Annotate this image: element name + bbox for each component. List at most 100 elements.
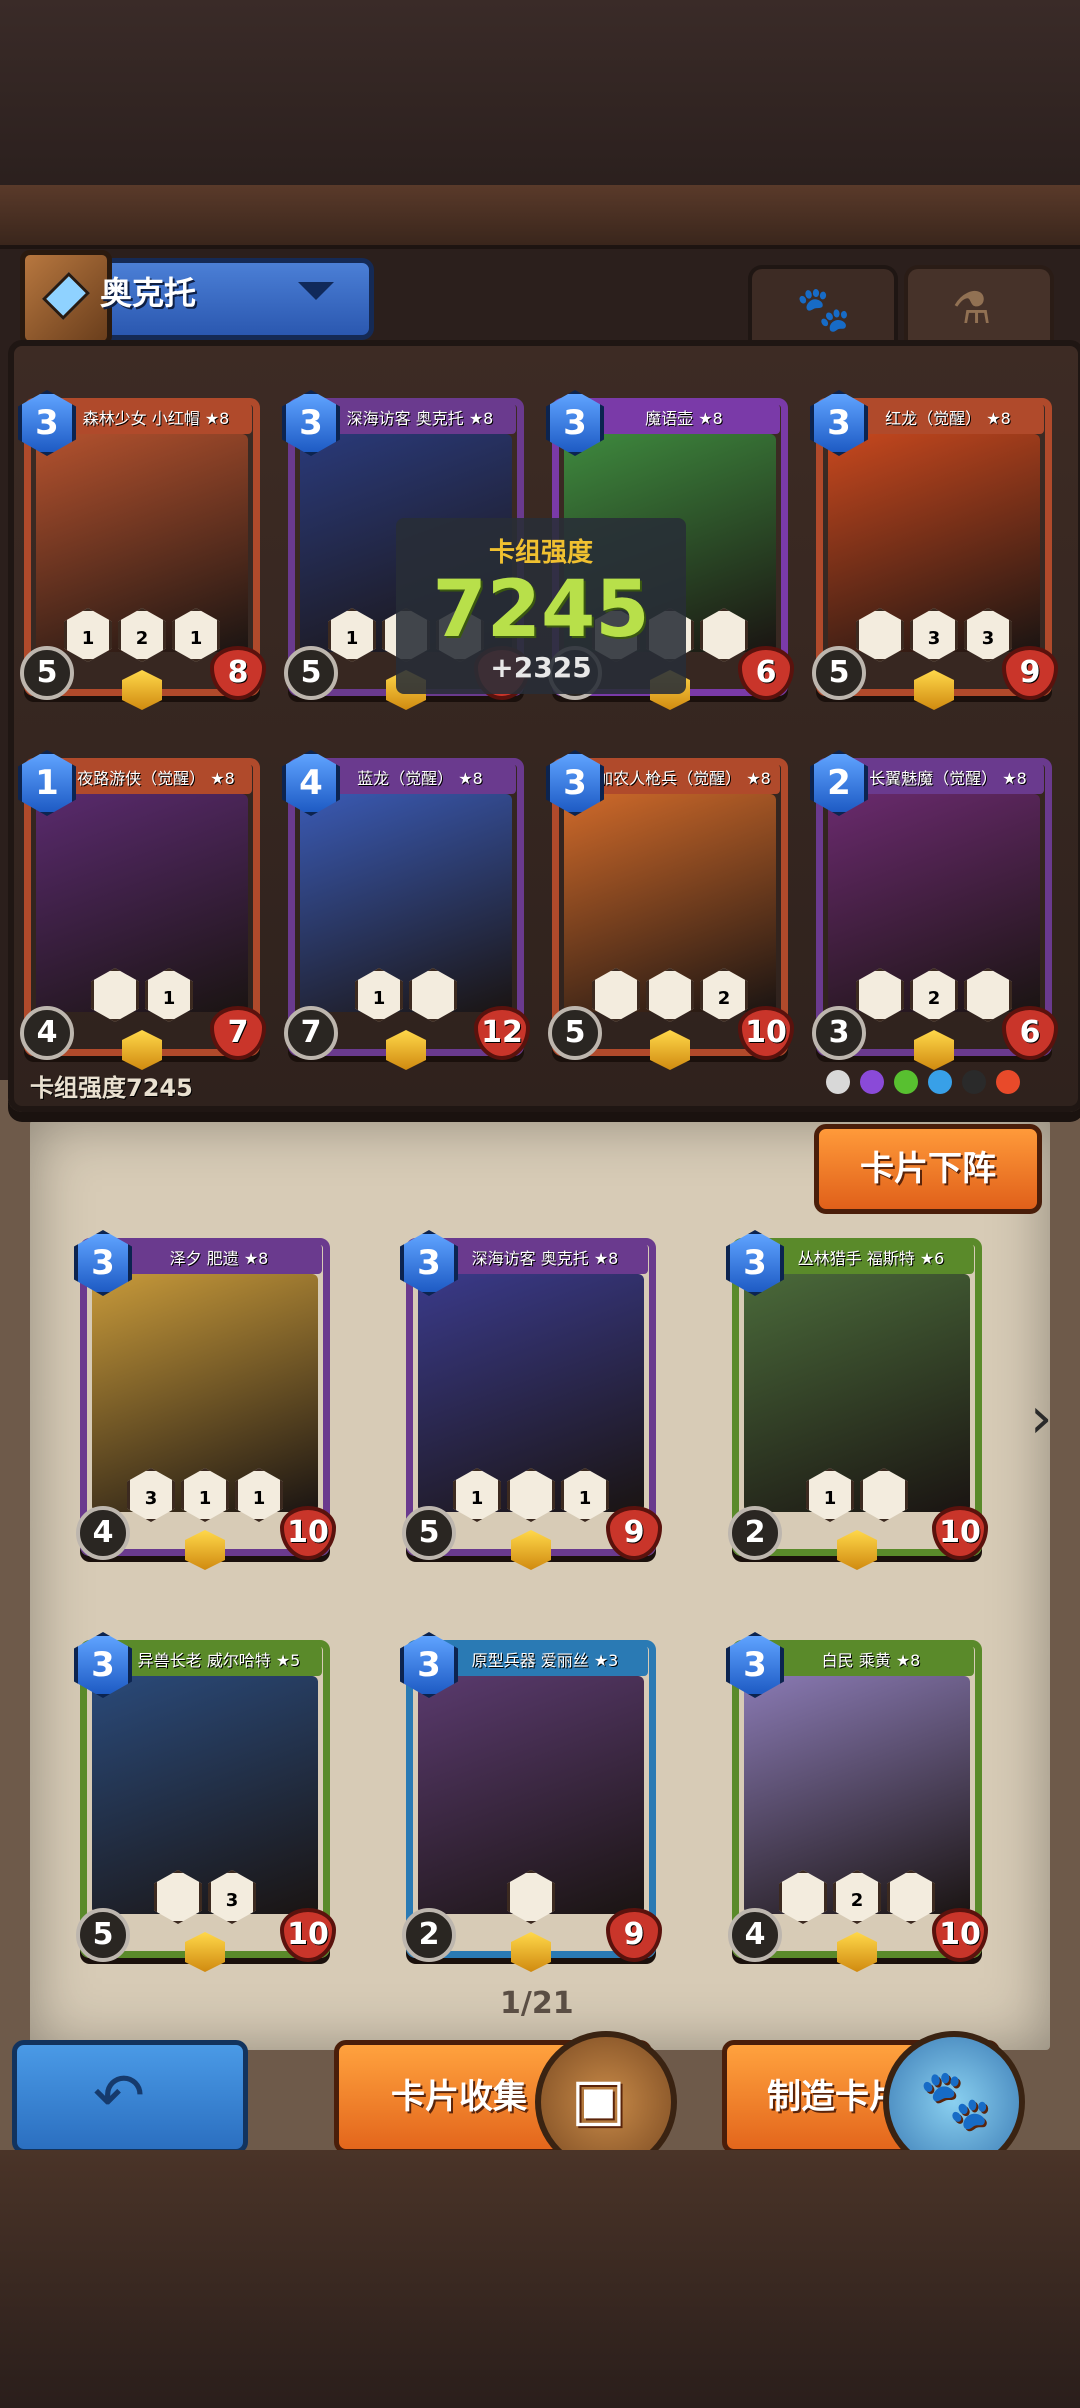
card-collection-label: 卡片收集 xyxy=(391,2077,527,2117)
skill-icon: 3 xyxy=(964,608,1012,662)
skill-icon: 1 xyxy=(355,968,403,1022)
card[interactable]: 森林少女 小红帽 ★8 3 121 5 8 xyxy=(18,390,266,710)
card[interactable]: 加农人枪兵（觉醒） ★8 3 2 5 10 xyxy=(546,750,794,1070)
skill-value: 3 xyxy=(981,628,995,649)
element-icon[interactable] xyxy=(860,1070,884,1094)
skill-icon: 2 xyxy=(833,1870,881,1924)
card-stars: ★8 xyxy=(593,1249,619,1268)
card[interactable]: 深海访客 奥克托 ★8 3 11 5 9 xyxy=(400,1230,662,1570)
card-name: 加农人枪兵（觉醒） ★8 xyxy=(588,764,780,794)
card-attack: 5 xyxy=(76,1908,130,1962)
skill-icon xyxy=(779,1870,827,1924)
skill-icon xyxy=(91,968,139,1022)
card[interactable]: 原型兵器 爱丽丝 ★3 3 2 9 xyxy=(400,1632,662,1972)
skill-value: 2 xyxy=(717,988,731,1009)
element-icon[interactable] xyxy=(996,1070,1020,1094)
card-title: 深海访客 奥克托 xyxy=(346,409,464,428)
back-button[interactable]: ↶ xyxy=(12,2040,248,2154)
card-stars: ★8 xyxy=(986,409,1011,428)
card-skills: 11 xyxy=(444,1468,618,1522)
skill-icon xyxy=(646,968,694,1022)
card-skills: 1 xyxy=(326,968,486,1022)
card-name: 泽夕 肥遗 ★8 xyxy=(116,1244,322,1274)
card-name: 丛林猎手 福斯特 ★6 xyxy=(768,1244,974,1274)
skill-icon: 1 xyxy=(64,608,112,662)
card[interactable]: 长翼魅魔（觉醒） ★8 2 2 3 6 xyxy=(810,750,1058,1070)
skill-value: 3 xyxy=(144,1488,158,1509)
strength-popup: 卡组强度 7245 +2325 xyxy=(396,518,686,694)
card-title: 加农人枪兵（觉醒） xyxy=(597,769,742,788)
skill-value: 2 xyxy=(135,628,149,649)
next-page-icon[interactable]: › xyxy=(1030,1386,1052,1451)
card-collection-button[interactable]: 卡片收集 ▣ xyxy=(334,2031,677,2173)
skill-icon: 1 xyxy=(561,1468,609,1522)
card[interactable]: 红龙（觉醒） ★8 3 33 5 9 xyxy=(810,390,1058,710)
card-title: 长翼魅魔（觉醒） xyxy=(869,769,998,788)
paw-icon: 🐾 xyxy=(796,284,851,335)
card-stars: ★8 xyxy=(243,1249,269,1268)
popup-title: 卡组强度 xyxy=(488,538,593,568)
skill-value: 1 xyxy=(345,628,359,649)
card-title: 红龙（觉醒） xyxy=(885,409,982,428)
card-stars: ★5 xyxy=(275,1651,301,1670)
skill-icon: 2 xyxy=(910,968,958,1022)
skill-value: 3 xyxy=(225,1890,239,1911)
skill-value: 2 xyxy=(850,1890,864,1911)
craft-card-button[interactable]: 制造卡片 🐾 xyxy=(722,2031,1025,2173)
card-attack: 4 xyxy=(76,1506,130,1560)
tab-cards[interactable]: 🐾 xyxy=(748,265,898,345)
chevron-down-icon[interactable] xyxy=(298,282,334,300)
element-icon[interactable] xyxy=(962,1070,986,1094)
skill-value: 1 xyxy=(198,1488,212,1509)
card[interactable]: 白民 乘黄 ★8 3 2 4 10 xyxy=(726,1632,988,1972)
card-skills xyxy=(444,1870,618,1924)
card-name: 红龙（觉醒） ★8 xyxy=(852,404,1044,434)
card-stars: ★8 xyxy=(698,409,723,428)
skill-value: 1 xyxy=(252,1488,266,1509)
skill-icon xyxy=(592,968,640,1022)
skill-icon xyxy=(887,1870,935,1924)
card-stars: ★8 xyxy=(895,1651,921,1670)
card-attack: 5 xyxy=(812,646,866,700)
card-skills: 2 xyxy=(590,968,750,1022)
card-title: 深海访客 奥克托 xyxy=(471,1249,589,1268)
card-skills: 1 2 1 xyxy=(62,608,222,662)
card-attack: 5 xyxy=(20,646,74,700)
card[interactable]: 蓝龙（觉醒） ★8 4 1 7 12 xyxy=(282,750,530,1070)
card-name: 长翼魅魔（觉醒） ★8 xyxy=(852,764,1044,794)
skill-icon xyxy=(964,968,1012,1022)
element-filter xyxy=(826,1070,1020,1094)
card-title: 丛林猎手 福斯特 xyxy=(797,1249,915,1268)
card[interactable]: 泽夕 肥遗 ★8 3 311 4 10 xyxy=(74,1230,336,1570)
card[interactable]: 异兽长老 威尔哈特 ★5 3 3 5 10 xyxy=(74,1632,336,1972)
card-title: 白民 乘黄 xyxy=(821,1651,891,1670)
card-name: 夜路游侠（觉醒） ★8 xyxy=(60,764,252,794)
card-attack: 2 xyxy=(402,1908,456,1962)
card-stars: ★8 xyxy=(210,769,235,788)
skill-icon: 1 xyxy=(145,968,193,1022)
hero-name: 奥克托 xyxy=(100,274,197,312)
card-attack: 5 xyxy=(402,1506,456,1560)
card-skills: 1 xyxy=(770,1468,944,1522)
skill-value: 1 xyxy=(470,1488,484,1509)
hero-book-icon xyxy=(20,250,112,346)
card-name: 魔语壶 ★8 xyxy=(588,404,780,434)
element-icon[interactable] xyxy=(826,1070,850,1094)
skill-icon: 1 xyxy=(328,608,376,662)
card-stars: ★8 xyxy=(458,769,483,788)
unload-card-button[interactable]: 卡片下阵 xyxy=(814,1124,1042,1214)
card-attack: 2 xyxy=(728,1506,782,1560)
bottom-background xyxy=(0,2150,1080,2408)
card-name: 深海访客 奥克托 ★8 xyxy=(324,404,516,434)
element-icon[interactable] xyxy=(894,1070,918,1094)
skill-icon: 2 xyxy=(118,608,166,662)
skill-value: 3 xyxy=(927,628,941,649)
skill-icon: 1 xyxy=(172,608,220,662)
element-icon[interactable] xyxy=(928,1070,952,1094)
card[interactable]: 丛林猎手 福斯特 ★6 3 1 2 10 xyxy=(726,1230,988,1570)
tab-potions[interactable]: ⚗ xyxy=(904,265,1054,345)
card[interactable]: 夜路游侠（觉醒） ★8 1 1 4 7 xyxy=(18,750,266,1070)
skill-icon: 3 xyxy=(208,1870,256,1924)
skill-value: 1 xyxy=(81,628,95,649)
card-name: 深海访客 奥克托 ★8 xyxy=(442,1244,648,1274)
